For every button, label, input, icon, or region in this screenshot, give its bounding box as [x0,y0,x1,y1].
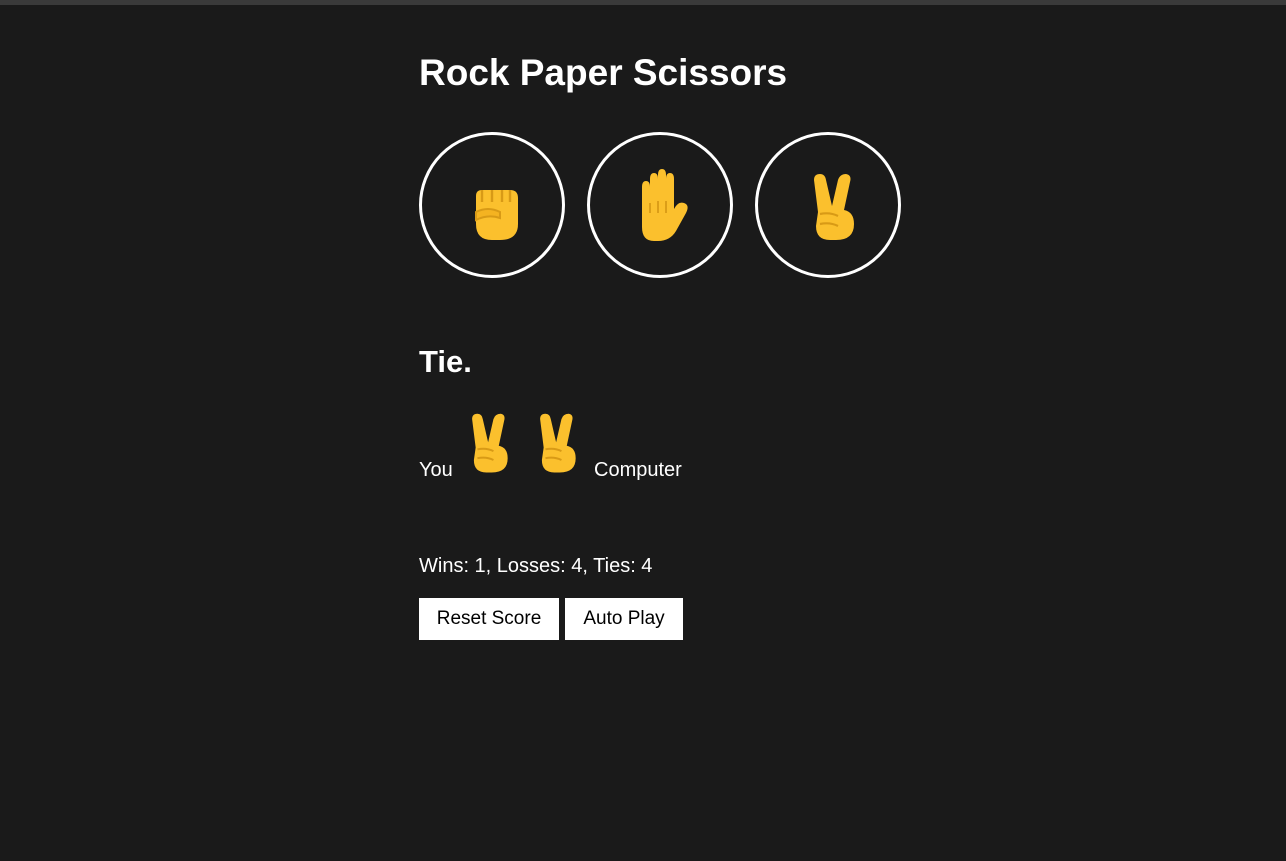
you-label: You [419,459,453,481]
score-text: Wins: 1, Losses: 4, Ties: 4 [419,555,653,577]
result-text: Tie. [419,344,472,379]
picked-moves: You Computer [419,410,819,482]
reset-score-button[interactable]: Reset Score [419,598,559,640]
computer-label: Computer [594,459,682,481]
page-title: Rock Paper Scissors [419,52,788,93]
scissors-button[interactable] [755,132,901,278]
victory-hand-icon [814,174,854,240]
auto-play-button[interactable]: Auto Play [565,598,683,640]
victory-hand-icon [540,413,576,473]
raised-fist-icon [475,190,518,240]
raised-hand-icon [642,169,688,241]
rock-button[interactable] [419,132,565,278]
victory-hand-icon [472,413,508,473]
top-edge-strip [0,0,1286,5]
paper-button[interactable] [587,132,733,278]
